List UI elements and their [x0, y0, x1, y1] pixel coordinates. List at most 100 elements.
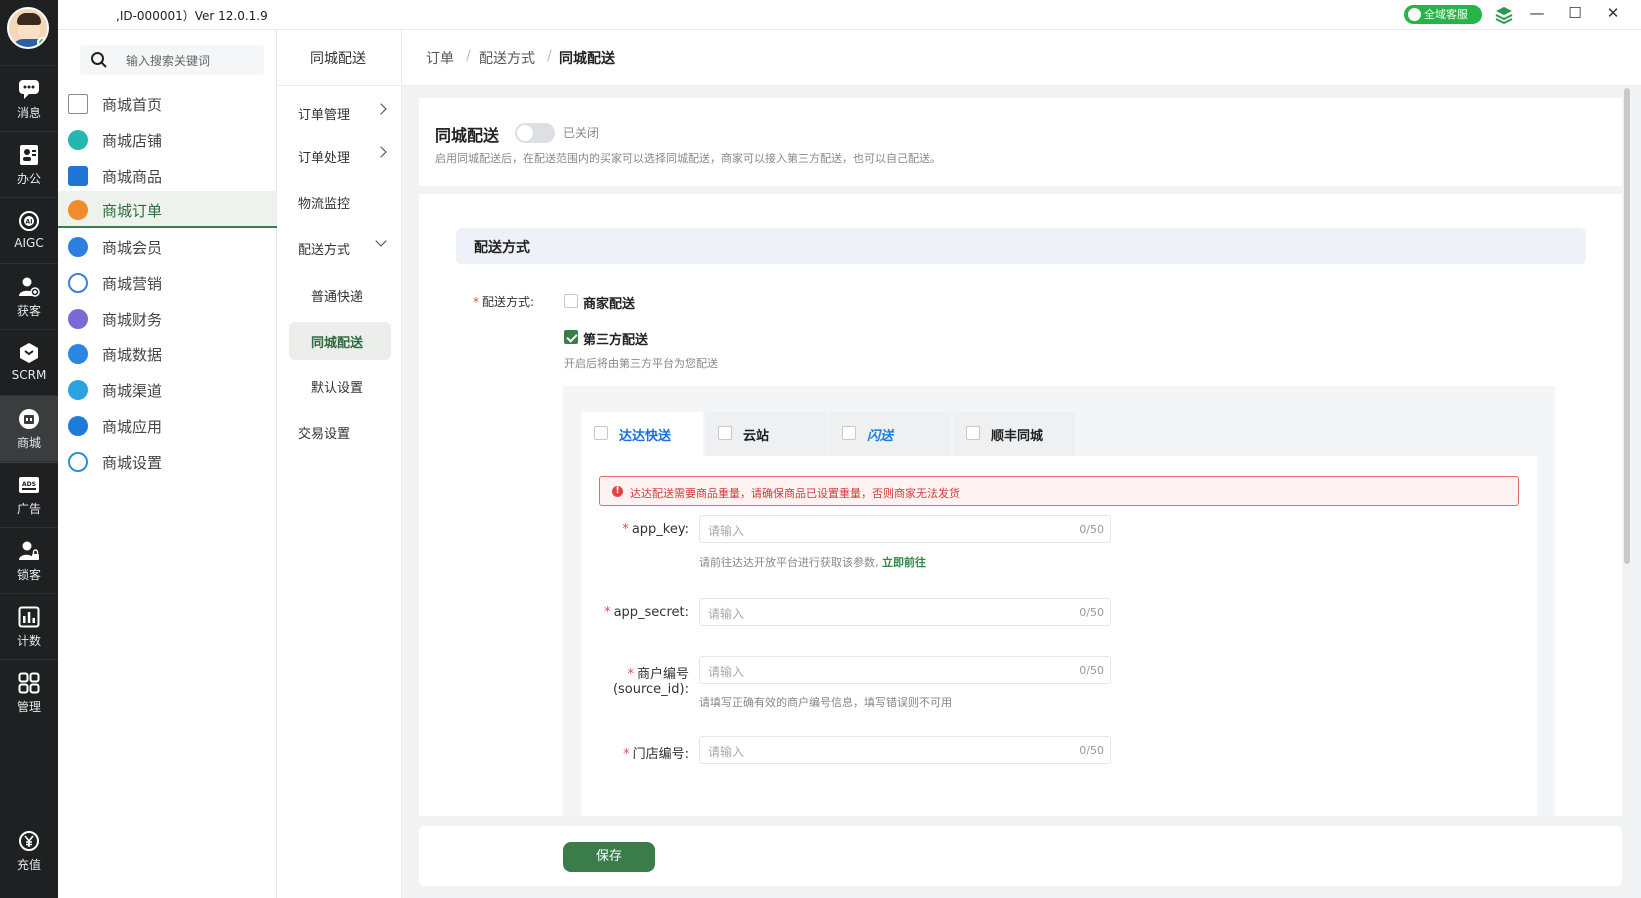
menu-item-label: 商城商品	[102, 168, 163, 186]
menu-item-orders[interactable]: 商城订单	[58, 191, 277, 228]
menu-item-goods[interactable]: 商城商品	[58, 157, 277, 194]
menu-search[interactable]: 输入搜索关键词	[80, 45, 264, 75]
content-scrollbar[interactable]	[1624, 88, 1630, 564]
submenu-default-settings[interactable]: 默认设置	[289, 367, 391, 405]
customer-service-button[interactable]: 全域客服	[1404, 5, 1482, 24]
menu-item-store[interactable]: 商城店铺	[58, 121, 277, 158]
required-mark: *	[473, 295, 479, 309]
rail-label: AIGC	[14, 236, 44, 250]
close-window-button[interactable]: ✕	[1603, 4, 1623, 22]
globe-icon	[68, 273, 88, 293]
submenu-header: 同城配送	[277, 30, 402, 86]
ads-icon: ADS	[19, 477, 39, 493]
yunzhan-checkbox[interactable]	[718, 426, 732, 440]
submenu-trade-settings[interactable]: 交易设置	[289, 413, 391, 451]
user-avatar[interactable]	[7, 7, 49, 49]
rail-label: SCRM	[11, 368, 47, 382]
menu-item-finance[interactable]: 商城财务	[58, 300, 277, 337]
sf-logo: 顺丰同城	[991, 429, 1044, 444]
tab-yunzhan[interactable]: 云站	[705, 412, 827, 456]
save-button[interactable]: 保存	[563, 842, 655, 872]
submenu-logistics[interactable]: 物流监控	[289, 183, 391, 221]
menu-item-apps[interactable]: 商城应用	[58, 407, 277, 444]
rail-item-ads[interactable]: ADS 广告	[0, 461, 58, 529]
app-key-hint: 请前往达达开放平台进行获取该参数, 立即前往	[699, 554, 926, 570]
hint-text: 请前往达达开放平台进行获取该参数,	[699, 556, 879, 569]
submenu-label: 普通快递	[311, 290, 364, 305]
menu-item-members[interactable]: 商城会员	[58, 228, 277, 265]
menu-item-channels[interactable]: 商城渠道	[58, 371, 277, 408]
menu-item-settings[interactable]: 商城设置	[58, 443, 277, 480]
rail-item-lock[interactable]: 锁客	[0, 527, 58, 595]
layers-icon[interactable]	[1494, 5, 1514, 25]
switch-status: 已关闭	[563, 126, 600, 140]
tab-dada[interactable]: 达达快送	[581, 412, 703, 456]
rail-item-office[interactable]: 办公	[0, 131, 58, 199]
members-icon	[68, 237, 88, 257]
rail-item-manage[interactable]: 管理	[0, 659, 58, 727]
third-party-delivery-label[interactable]: 第三方配送	[583, 329, 648, 348]
form-footer: 保存	[419, 826, 1622, 886]
rail-item-acquire[interactable]: 获客	[0, 263, 58, 331]
minimize-button[interactable]: —	[1527, 4, 1547, 22]
headset-icon	[1408, 8, 1421, 21]
tab-sf[interactable]: 顺丰同城	[953, 412, 1075, 456]
shansong-checkbox[interactable]	[842, 426, 856, 440]
submenu-order-processing[interactable]: 订单处理	[289, 137, 391, 175]
merchant-no-input[interactable]: 请输入 0/50	[699, 656, 1111, 684]
rail-item-messages[interactable]: 消息	[0, 65, 58, 133]
menu-item-label: 商城设置	[102, 454, 163, 472]
submenu-order-management[interactable]: 订单管理	[289, 94, 391, 132]
menu-item-marketing[interactable]: 商城营销	[58, 264, 277, 301]
submenu-express[interactable]: 普通快递	[289, 276, 391, 314]
submenu-label: 配送方式	[298, 243, 351, 258]
app-key-input[interactable]: 请输入 0/50	[699, 515, 1111, 543]
section-title: 配送方式	[474, 240, 530, 256]
local-delivery-switch[interactable]	[515, 123, 555, 143]
submenu-local-delivery[interactable]: 同城配送	[289, 322, 391, 360]
avatar-hair	[17, 13, 41, 25]
breadcrumb-orders[interactable]: 订单	[426, 48, 454, 68]
go-now-link[interactable]: 立即前往	[882, 556, 926, 569]
submenu-delivery-methods[interactable]: 配送方式	[289, 229, 391, 267]
search-input[interactable]: 输入搜索关键词	[126, 52, 210, 69]
input-placeholder: 请输入	[708, 607, 745, 621]
weight-warning-alert: ! 达达配送需要商品重量，请确保商品已设置重量，否则商家无法发货	[599, 476, 1519, 506]
label-text: 商户编号	[636, 667, 689, 682]
merchant-no-label-sub: (source_id):	[612, 682, 689, 697]
third-party-delivery-checkbox[interactable]	[564, 330, 578, 344]
yunzhan-logo: 云站	[743, 429, 770, 444]
rail-item-aigc[interactable]: AI AIGC	[0, 197, 58, 265]
submenu-label: 订单处理	[298, 151, 351, 166]
menu-item-home[interactable]: 商城首页	[58, 85, 277, 122]
store-no-input[interactable]: 请输入 0/50	[699, 736, 1111, 764]
app-secret-input[interactable]: 请输入 0/50	[699, 598, 1111, 626]
version-label: ,ID-000001）Ver 12.0.1.9	[116, 9, 268, 23]
rail-item-mall[interactable]: 商城	[0, 395, 58, 463]
rail-item-count[interactable]: 计数	[0, 593, 58, 661]
tab-shansong[interactable]: 闪送	[829, 412, 951, 456]
rail-label: 管理	[16, 700, 41, 714]
maximize-button[interactable]: ☐	[1565, 4, 1585, 22]
user-lock-icon	[19, 541, 39, 560]
breadcrumb-delivery[interactable]: 配送方式	[479, 48, 535, 68]
required-mark: *	[622, 522, 629, 537]
error-icon: !	[612, 486, 623, 497]
sf-checkbox[interactable]	[966, 426, 980, 440]
menu-item-data[interactable]: 商城数据	[58, 335, 277, 372]
channel-icon	[68, 380, 88, 400]
rail-item-recharge[interactable]: 充值	[0, 818, 58, 886]
provider-tabs: 达达快送 云站 闪送 顺丰同城	[581, 412, 1075, 456]
dada-config-form: ! 达达配送需要商品重量，请确保商品已设置重量，否则商家无法发货 * app_ke…	[581, 456, 1537, 816]
dada-checkbox[interactable]	[594, 426, 608, 440]
section-header: 配送方式	[456, 228, 1586, 264]
char-counter: 0/50	[1079, 744, 1104, 757]
shansong-logo: 闪送	[867, 429, 894, 444]
delivery-settings-card: 配送方式 * 配送方式: 商家配送 第三方配送 开启后将由第三方平台为您配送 达达…	[419, 194, 1622, 816]
merchant-delivery-checkbox[interactable]	[564, 294, 578, 308]
rail-item-scrm[interactable]: SCRM	[0, 329, 58, 397]
required-mark: *	[623, 747, 630, 762]
char-counter: 0/50	[1079, 606, 1104, 619]
submenu-title: 同城配送	[310, 51, 366, 67]
merchant-delivery-label[interactable]: 商家配送	[583, 293, 635, 312]
